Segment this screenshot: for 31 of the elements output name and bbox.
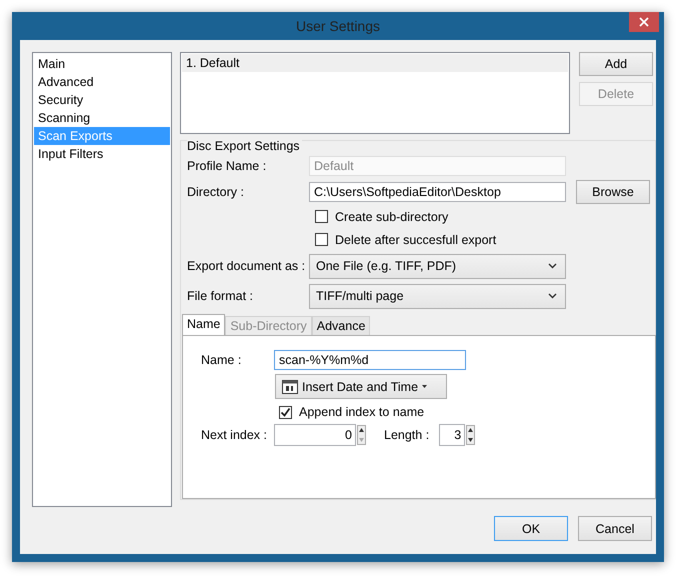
checkbox-label: Delete after succesfull export [335, 232, 496, 246]
tab[interactable]: Name [182, 314, 226, 335]
window-title: User Settings [296, 18, 380, 34]
sidebar-item[interactable]: Advanced [34, 73, 170, 91]
number-field[interactable]: 0 [274, 424, 356, 446]
field-label: Directory : [187, 185, 245, 199]
text-field[interactable]: C:\Users\SoftpediaEditor\Desktop [309, 182, 566, 202]
checkbox-label: Append index to name [299, 405, 424, 419]
sidebar-item[interactable]: Security [34, 91, 170, 109]
sidebar-item[interactable]: Main [34, 55, 170, 73]
sidebar-item[interactable]: Input Filters [34, 145, 170, 163]
field-label: Profile Name : [187, 159, 268, 173]
field-label: Export document as : [187, 259, 306, 273]
tab[interactable]: Advance [312, 316, 370, 335]
group-legend: Disc Export Settings [187, 139, 302, 153]
name-field[interactable]: scan-%Y%m%d [274, 350, 466, 370]
field-label: Length : [384, 428, 430, 442]
number-field[interactable]: 3 [439, 424, 466, 446]
profile-button[interactable]: Add [579, 52, 653, 76]
field-label: Next index : [201, 428, 268, 442]
dialog-button[interactable]: OK [494, 516, 568, 541]
dropdown[interactable]: One File (e.g. TIFF, PDF) [309, 254, 566, 278]
insert-date-button[interactable]: Insert Date and Time [275, 374, 447, 399]
field-label: File format : [187, 289, 254, 303]
browse-button[interactable]: Browse [576, 180, 650, 204]
dialog-button[interactable]: Cancel [578, 516, 652, 541]
field-label: Name : [201, 353, 242, 367]
sidebar-item[interactable]: Scanning [34, 109, 170, 127]
checkbox-label: Create sub-directory [335, 210, 448, 224]
profile-item[interactable]: 1. Default [182, 54, 568, 72]
dropdown[interactable]: TIFF/multi page [309, 284, 566, 308]
